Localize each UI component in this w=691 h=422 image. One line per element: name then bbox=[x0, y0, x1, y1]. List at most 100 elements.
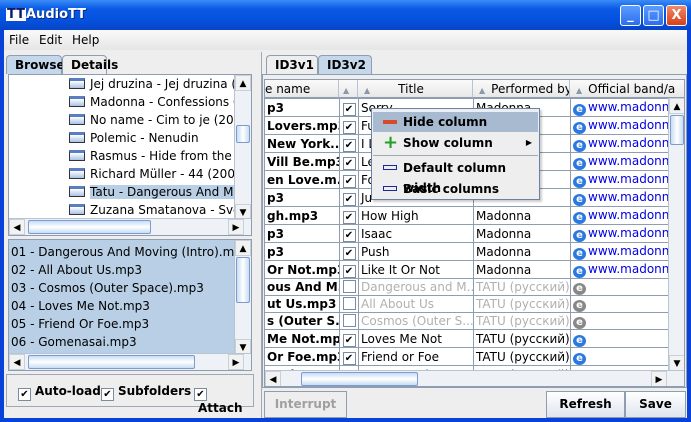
row-checkbox[interactable]: ✔ bbox=[342, 121, 356, 134]
table-row[interactable]: ous And M... Dangerous and M...TATU (русс… bbox=[265, 278, 671, 296]
artist-cell[interactable]: TATU (русский) bbox=[473, 312, 571, 330]
browser-link-icon[interactable]: e bbox=[573, 175, 586, 188]
tree-item[interactable]: Madonna - Confessions On a Dance Floor bbox=[69, 93, 251, 112]
scroll-thumb[interactable] bbox=[236, 257, 250, 303]
url-cell[interactable]: e bbox=[570, 278, 671, 296]
artist-cell[interactable]: TATU (русский) bbox=[473, 278, 571, 296]
scroll-left-icon[interactable]: ◀ bbox=[265, 371, 281, 386]
tree-vertical-scrollbar[interactable]: ▲ ▼ bbox=[234, 75, 251, 220]
url-cell[interactable]: e www.madonna bbox=[570, 242, 671, 261]
scroll-right-icon[interactable]: ▶ bbox=[651, 371, 667, 386]
browser-link-icon[interactable]: e bbox=[573, 300, 586, 312]
tree-item[interactable]: Tatu - Dangerous And Moving bbox=[69, 183, 251, 202]
url-cell[interactable]: e bbox=[570, 312, 671, 330]
menu-item-basic-columns[interactable]: Basic columns bbox=[373, 179, 538, 199]
browser-link-icon[interactable]: e bbox=[573, 334, 586, 347]
artist-cell[interactable]: Madonna bbox=[473, 260, 571, 279]
scroll-up-icon[interactable]: ▲ bbox=[669, 98, 684, 114]
artist-cell[interactable]: TATU (русский) bbox=[473, 295, 571, 313]
url-cell[interactable]: e www.madonna bbox=[570, 134, 671, 153]
column-header-file-name[interactable]: e name bbox=[265, 80, 339, 98]
row-checkbox[interactable]: ✔ bbox=[342, 211, 356, 224]
interrupt-button[interactable]: Interrupt bbox=[264, 391, 347, 418]
menu-edit[interactable]: Edit bbox=[39, 33, 62, 47]
browser-link-icon[interactable]: e bbox=[573, 229, 586, 242]
title-cell[interactable]: All About Us bbox=[358, 295, 474, 313]
scroll-right-icon[interactable]: ▶ bbox=[228, 219, 244, 235]
file-list-item[interactable]: 04 - Loves Me Not.mp3 bbox=[11, 297, 150, 315]
file-list-item[interactable]: 01 - Dangerous And Moving (Intro).mp3 bbox=[11, 243, 250, 261]
menu-item-show-column[interactable]: + Show column ▶ bbox=[373, 133, 538, 153]
row-checkbox[interactable] bbox=[342, 297, 356, 310]
row-checkbox[interactable]: ✔ bbox=[342, 352, 356, 365]
table-row[interactable]: p3 ✔ Push Madonna e www.madonna bbox=[265, 242, 671, 261]
table-row[interactable]: Or Foe.mp3 ✔ Friend or Foe TATU (русский) e bbox=[265, 347, 671, 366]
file-list-item[interactable]: 06 - Gomenasai.mp3 bbox=[11, 333, 137, 351]
browser-link-icon[interactable]: e bbox=[573, 247, 586, 260]
enabled-cell[interactable]: ✔ bbox=[339, 242, 359, 261]
table-vertical-scrollbar[interactable]: ▲ ▼ bbox=[668, 98, 684, 371]
browser-link-icon[interactable]: e bbox=[573, 139, 586, 152]
scroll-left-icon[interactable]: ◀ bbox=[9, 354, 25, 370]
enabled-cell[interactable]: ✔ bbox=[339, 152, 359, 171]
auto-load-checkbox[interactable]: ✔ Auto-load bbox=[18, 384, 101, 401]
title-cell[interactable]: Cosmos (Outer S... bbox=[358, 312, 474, 330]
scroll-thumb[interactable] bbox=[670, 115, 684, 145]
menu-item-hide-column[interactable]: Hide column bbox=[373, 112, 538, 132]
row-checkbox[interactable] bbox=[342, 314, 356, 327]
tab-browser[interactable]: Browser bbox=[6, 55, 71, 74]
enabled-cell[interactable] bbox=[339, 278, 359, 296]
row-checkbox[interactable] bbox=[342, 280, 356, 293]
scroll-thumb[interactable] bbox=[236, 125, 250, 143]
url-cell[interactable]: e www.madonna bbox=[570, 170, 671, 189]
table-row[interactable]: Me Not.mp3✔Loves Me NotTATU (русский)e bbox=[265, 329, 671, 348]
menu-item-default-column-width[interactable]: Default column width bbox=[373, 158, 538, 195]
enabled-cell[interactable]: ✔ bbox=[339, 329, 359, 348]
row-checkbox[interactable]: ✔ bbox=[342, 157, 356, 170]
browser-link-icon[interactable]: e bbox=[573, 265, 586, 278]
scroll-thumb[interactable] bbox=[28, 220, 151, 234]
url-cell[interactable]: e bbox=[570, 329, 671, 348]
url-cell[interactable]: e www.madonna bbox=[570, 206, 671, 225]
browser-link-icon[interactable]: e bbox=[573, 157, 586, 170]
minimize-button[interactable]: _ bbox=[620, 5, 641, 26]
enabled-cell[interactable]: ✔ bbox=[339, 347, 359, 366]
maximize-button[interactable]: □ bbox=[643, 5, 664, 26]
file-list-item[interactable]: 05 - Friend Or Foe.mp3 bbox=[11, 315, 149, 333]
scroll-down-icon[interactable]: ▼ bbox=[669, 355, 684, 371]
table-row[interactable]: s (Outer S... Cosmos (Outer S...TATU (рус… bbox=[265, 312, 671, 330]
url-cell[interactable]: e bbox=[570, 347, 671, 366]
artist-cell[interactable]: Madonna bbox=[473, 206, 571, 225]
close-button[interactable]: X bbox=[666, 5, 687, 26]
scroll-right-icon[interactable]: ▶ bbox=[228, 354, 244, 370]
row-checkbox[interactable]: ✔ bbox=[342, 334, 356, 347]
files-vertical-scrollbar[interactable]: ▲ ▼ bbox=[234, 240, 251, 355]
browser-link-icon[interactable]: e bbox=[573, 211, 586, 224]
enabled-cell[interactable]: ✔ bbox=[339, 260, 359, 279]
enabled-cell[interactable] bbox=[339, 295, 359, 313]
row-checkbox[interactable]: ✔ bbox=[342, 265, 356, 278]
scroll-thumb[interactable] bbox=[301, 372, 418, 386]
artist-cell[interactable]: Madonna bbox=[473, 242, 571, 261]
title-cell[interactable]: Like It Or Not bbox=[358, 260, 474, 279]
title-cell[interactable]: Friend or Foe bbox=[358, 347, 474, 366]
enabled-cell[interactable]: ✔ bbox=[339, 188, 359, 207]
title-cell[interactable]: Dangerous and M... bbox=[358, 278, 474, 296]
browser-link-icon[interactable]: e bbox=[573, 352, 586, 365]
column-header-performed-by[interactable]: ▲ Performed by bbox=[473, 80, 570, 98]
tree-item[interactable]: Rasmus - Hide from the Sun bbox=[69, 147, 251, 166]
browser-link-icon[interactable]: e bbox=[573, 193, 586, 206]
row-checkbox[interactable]: ✔ bbox=[342, 247, 356, 260]
artist-cell[interactable]: Madonna bbox=[473, 224, 571, 243]
tab-id3v1[interactable]: ID3v1 bbox=[266, 55, 318, 74]
scroll-left-icon[interactable]: ◀ bbox=[9, 219, 25, 235]
url-cell[interactable]: e www.madonna bbox=[570, 224, 671, 243]
menu-file[interactable]: File bbox=[9, 33, 29, 47]
enabled-cell[interactable] bbox=[339, 312, 359, 330]
row-checkbox[interactable]: ✔ bbox=[342, 103, 356, 116]
file-list-item[interactable]: 02 - All About Us.mp3 bbox=[11, 261, 142, 279]
save-button[interactable]: Save bbox=[625, 391, 686, 418]
enabled-cell[interactable]: ✔ bbox=[339, 134, 359, 153]
table-row[interactable]: Or Not.mp3 ✔ Like It Or Not Madonna e www.mad… bbox=[265, 260, 671, 279]
column-header-official-band[interactable]: ▲ Official band/a bbox=[570, 80, 684, 98]
